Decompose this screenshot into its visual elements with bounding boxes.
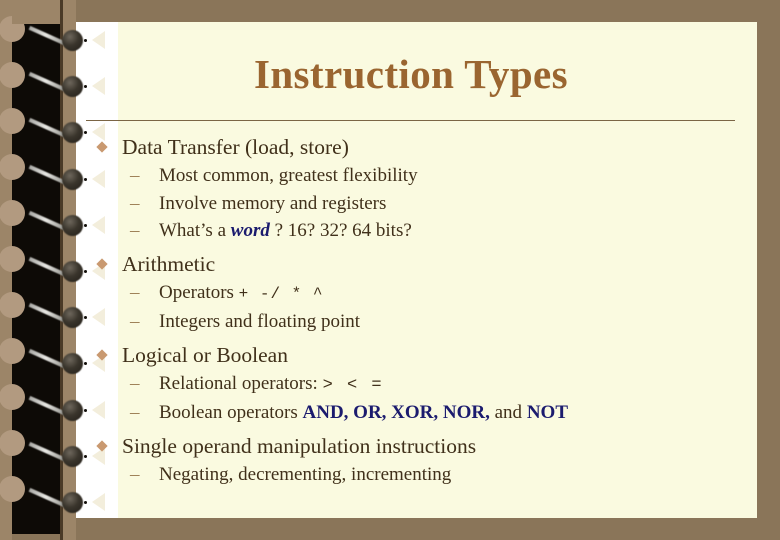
- bullet-single-operand-manipulation-instru: Single operand manipulation instructions: [96, 431, 746, 461]
- boolean-operators: AND, OR, XOR, NOR,: [302, 402, 490, 423]
- bullet-data-transfer-load-store: Data Transfer (load, store): [96, 132, 746, 162]
- bullet-label: Logical or Boolean: [122, 342, 288, 367]
- binding-ring: [62, 492, 83, 513]
- binding-hole: [0, 246, 25, 272]
- binding-hole: [0, 62, 25, 88]
- dash-bullet-icon: –: [130, 463, 140, 485]
- slide-title: Instruction Types: [254, 51, 568, 97]
- sub-bullet-text: Negating, decrementing, incrementing: [159, 463, 452, 485]
- binding-page-notch: [92, 31, 105, 49]
- binding-ring-tip: [84, 270, 87, 273]
- binding-ring: [62, 30, 83, 51]
- diamond-bullet-icon: [96, 439, 108, 452]
- binding-ring: [62, 445, 83, 467]
- dash-bullet-icon: –: [130, 165, 140, 186]
- dash-bullet-icon: –: [130, 281, 140, 303]
- sub-bullet-text: Involve memory and registers: [159, 192, 387, 214]
- sub-bullet-text: Integers and floating point: [159, 311, 361, 332]
- binding-ring: [62, 261, 83, 282]
- binding-hole: [0, 384, 25, 410]
- slide-canvas: Instruction Types Data Transfer (load, s…: [0, 0, 780, 540]
- bullet-arithmetic: Arithmetic: [96, 249, 746, 279]
- sub-bullet: – Negating, decrementing, incrementing: [96, 461, 746, 489]
- spiral-binding-decoration: [0, 0, 118, 540]
- dash-bullet-icon: –: [130, 220, 140, 241]
- sub-bullet-text: Relational operators:: [159, 372, 323, 394]
- binding-hole: [0, 476, 25, 502]
- binding-hole: [0, 292, 25, 318]
- binding-ring: [62, 399, 83, 421]
- sub-bullet: – Boolean operators AND, OR, XOR, NOR, an…: [96, 399, 746, 427]
- sub-bullet-text: and: [489, 402, 527, 423]
- binding-top-cap: [12, 0, 62, 24]
- diamond-bullet-icon: [96, 348, 108, 361]
- sub-bullet: – Operators + -/ * ^: [96, 279, 746, 309]
- slide-body-outline: Data Transfer (load, store) – Most common,…: [96, 132, 746, 488]
- binding-ring-tip: [84, 408, 87, 412]
- highlighted-term: word: [230, 220, 270, 241]
- operator-symbols: + -/ * ^: [238, 284, 324, 303]
- binding-hole: [0, 108, 25, 134]
- sub-bullet: – What’s a word ? 16? 32? 64 bits?: [96, 217, 746, 245]
- operator-symbols: > < =: [322, 375, 384, 395]
- sub-bullet: – Relational operators: > < =: [96, 370, 746, 400]
- bullet-label: Arithmetic: [122, 251, 216, 276]
- sub-bullet: – Involve memory and registers: [96, 190, 746, 218]
- binding-ring-tip: [84, 501, 87, 504]
- dash-bullet-icon: –: [130, 372, 140, 394]
- bullet-logical-or-boolean: Logical or Boolean: [96, 340, 746, 370]
- title-underline-rule: [86, 120, 735, 121]
- binding-ring-tip: [84, 177, 87, 181]
- dash-bullet-icon: –: [130, 192, 140, 214]
- binding-hole: [0, 200, 25, 226]
- bullet-label: Data Transfer (load, store): [122, 135, 349, 159]
- binding-ring-tip: [84, 223, 87, 227]
- binding-ring-tip: [84, 454, 87, 458]
- sub-bullet-text: Most common, greatest flexibility: [159, 165, 418, 186]
- bullet-label: Single operand manipulation instructions: [122, 433, 477, 458]
- binding-page-notch: [92, 493, 105, 511]
- sub-bullet-text: Operators: [159, 281, 239, 303]
- sub-bullet: – Integers and floating point: [96, 308, 746, 336]
- binding-hole: [0, 338, 25, 364]
- dash-bullet-icon: –: [130, 311, 140, 332]
- dash-bullet-icon: –: [130, 402, 140, 423]
- sub-bullet-text: Boolean operators: [159, 402, 303, 423]
- binding-hole: [0, 154, 25, 180]
- binding-ring: [62, 214, 83, 236]
- binding-ring: [62, 168, 83, 190]
- sub-bullet-text: What’s a: [159, 220, 231, 241]
- sub-bullet: – Most common, greatest flexibility: [96, 162, 746, 190]
- sub-bullet-text: ? 16? 32? 64 bits?: [269, 220, 412, 241]
- binding-ring-tip: [84, 39, 87, 42]
- diamond-bullet-icon: [96, 141, 108, 153]
- binding-hole: [0, 430, 25, 456]
- boolean-operators: NOT: [526, 402, 568, 423]
- diamond-bullet-icon: [96, 257, 108, 270]
